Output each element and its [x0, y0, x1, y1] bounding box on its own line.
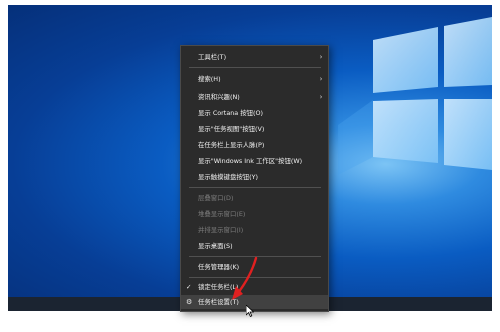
menu-item-label: 搜索(H) [198, 75, 221, 83]
menu-item-show-touch-keyboard-button[interactable]: 显示触摸键盘按钮(Y) [181, 170, 328, 184]
menu-separator [189, 277, 321, 278]
menu-item-show-cortana-button[interactable]: 显示 Cortana 按钮(O) [181, 106, 328, 120]
menu-item-label: 堆叠显示窗口(E) [198, 210, 246, 218]
menu-item-show-desktop[interactable]: 显示桌面(S) [181, 239, 328, 253]
gear-icon: ⚙ [186, 298, 193, 306]
menu-item-label: 锁定任务栏(L) [198, 283, 239, 291]
menu-item-show-windows-stacked: 堆叠显示窗口(E) [181, 207, 328, 221]
check-icon: ✓ [186, 283, 192, 291]
submenu-arrow-icon: › [319, 75, 323, 83]
menu-item-show-people[interactable]: 在任务栏上显示人脉(P) [181, 138, 328, 152]
menu-item-show-windows-side-by-side: 并排显示窗口(I) [181, 223, 328, 237]
submenu-arrow-icon: › [319, 93, 323, 101]
menu-item-show-task-view-button[interactable]: 显示"任务视图"按钮(V) [181, 122, 328, 136]
menu-item-label: 在任务栏上显示人脉(P) [198, 141, 265, 149]
menu-separator [189, 187, 321, 188]
menu-item-label: 显示 Cortana 按钮(O) [198, 109, 264, 117]
menu-item-news-and-interests[interactable]: 资讯和兴趣(N) › [181, 90, 328, 104]
taskbar-context-menu: 工具栏(T) › 搜索(H) › 资讯和兴趣(N) › 显示 Cortana 按… [180, 45, 329, 312]
menu-item-show-windows-ink-button[interactable]: 显示"Windows Ink 工作区"按钮(W) [181, 154, 328, 168]
menu-item-taskbar-settings[interactable]: ⚙ 任务栏设置(T) [181, 295, 328, 309]
menu-item-label: 并排显示窗口(I) [198, 226, 244, 234]
menu-item-task-manager[interactable]: 任务管理器(K) [181, 260, 328, 274]
menu-item-label: 资讯和兴趣(N) [198, 93, 240, 101]
menu-separator [189, 256, 321, 257]
menu-item-label: 显示"任务视图"按钮(V) [198, 125, 265, 133]
menu-item-label: 任务栏设置(T) [198, 298, 239, 306]
menu-item-lock-taskbar[interactable]: ✓ 锁定任务栏(L) [181, 280, 328, 294]
mouse-cursor-icon [246, 305, 254, 317]
menu-item-toolbars[interactable]: 工具栏(T) › [181, 50, 328, 64]
menu-item-label: 显示"Windows Ink 工作区"按钮(W) [198, 157, 303, 165]
menu-item-label: 任务管理器(K) [198, 263, 240, 271]
menu-item-label: 显示桌面(S) [198, 242, 233, 250]
menu-item-label: 显示触摸键盘按钮(Y) [198, 173, 259, 181]
menu-separator [189, 67, 321, 68]
menu-item-label: 层叠窗口(D) [198, 194, 234, 202]
submenu-arrow-icon: › [319, 53, 323, 61]
menu-item-label: 工具栏(T) [198, 53, 227, 61]
menu-item-search[interactable]: 搜索(H) › [181, 72, 328, 86]
menu-item-cascade-windows: 层叠窗口(D) [181, 191, 328, 205]
